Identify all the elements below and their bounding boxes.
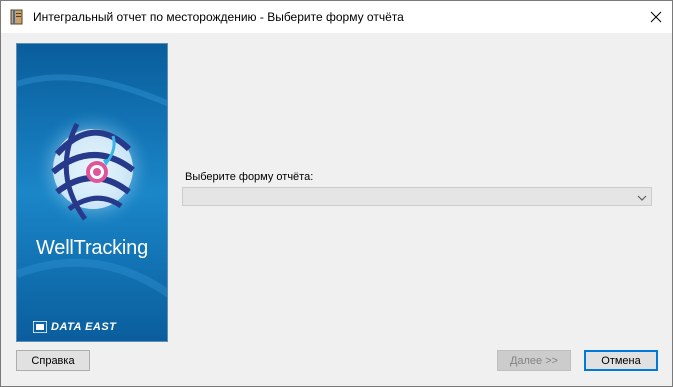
title-bar[interactable]: Интегральный отчет по месторождению - Вы… bbox=[1, 1, 672, 33]
globe-logo-icon bbox=[17, 44, 167, 341]
report-form-select[interactable] bbox=[182, 187, 652, 206]
data-east-logo: DATA EAST bbox=[33, 320, 153, 334]
chevron-down-icon bbox=[636, 191, 648, 203]
book-icon bbox=[10, 9, 24, 25]
cancel-button[interactable]: Отмена bbox=[584, 350, 658, 371]
dialog-window: Интегральный отчет по месторождению - Вы… bbox=[0, 0, 673, 387]
data-east-logo-text: DATA EAST bbox=[51, 321, 117, 333]
next-button[interactable]: Далее >> bbox=[497, 350, 571, 371]
window-title: Интегральный отчет по месторождению - Вы… bbox=[33, 10, 404, 24]
help-button[interactable]: Справка bbox=[16, 350, 90, 371]
report-form-label: Выберите форму отчёта: bbox=[185, 171, 314, 183]
brand-name: WellTracking bbox=[35, 237, 149, 259]
welltracking-banner: WellTracking DATA EAST bbox=[16, 43, 168, 342]
close-icon[interactable] bbox=[640, 1, 672, 33]
